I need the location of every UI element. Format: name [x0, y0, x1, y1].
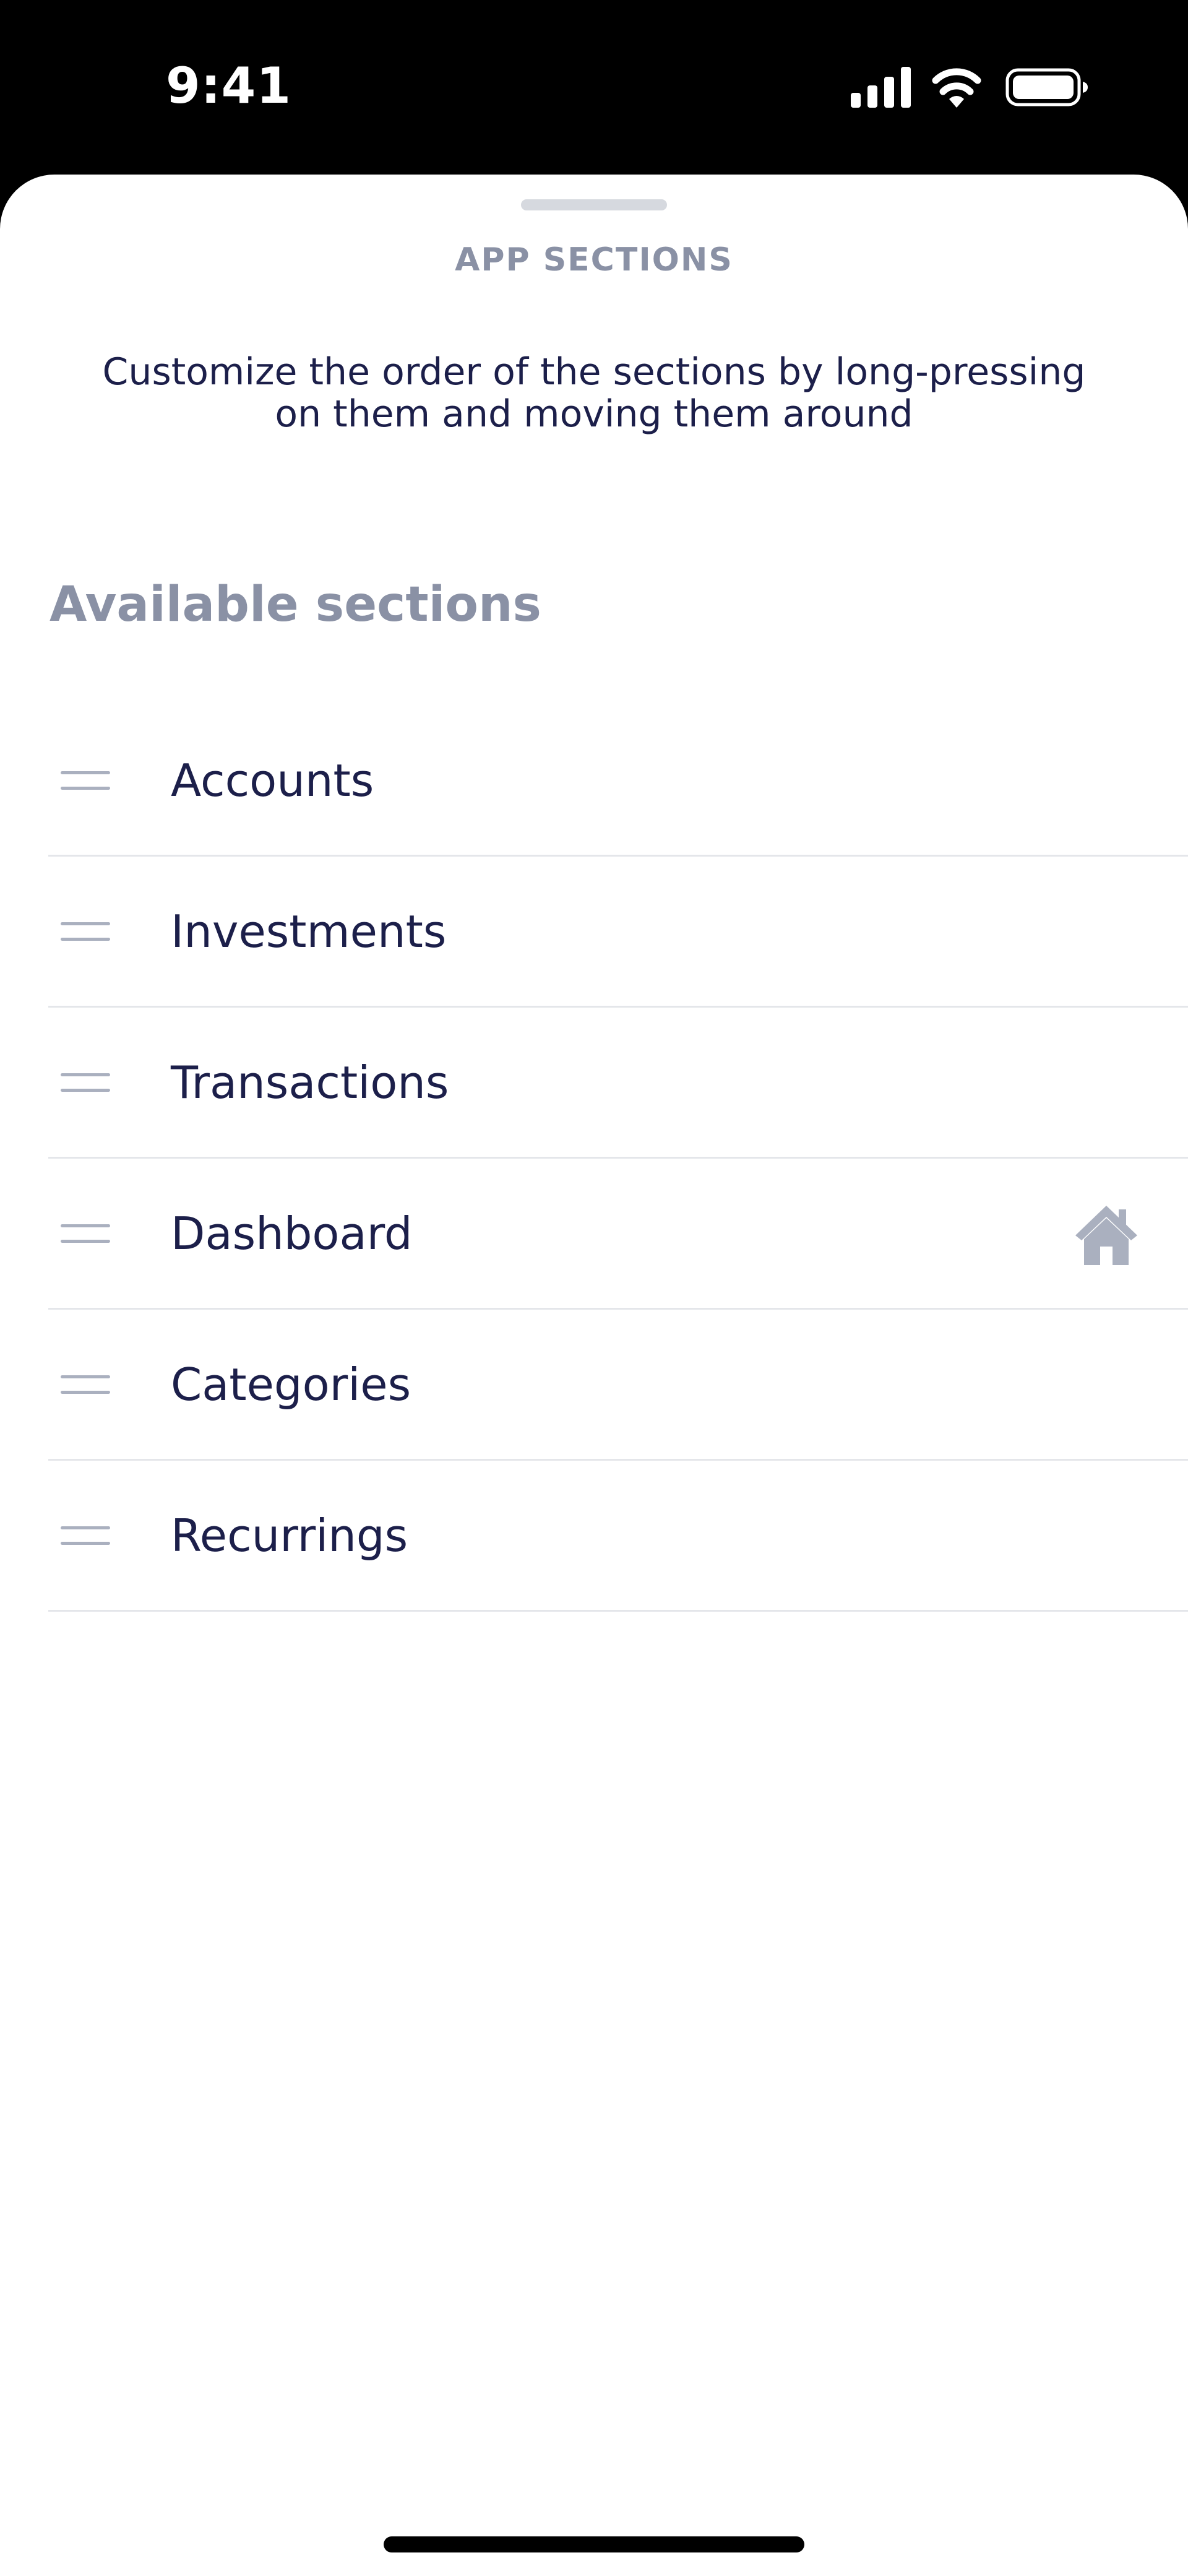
- sheet-grabber[interactable]: [521, 199, 667, 210]
- status-bar: 9:41: [0, 0, 1188, 173]
- section-header: Available sections: [50, 577, 541, 633]
- instructions-line-1: Customize the order of the sections by l…: [102, 350, 1086, 394]
- wifi-icon: [932, 68, 981, 108]
- app-sections-sheet: APP SECTIONS Customize the order of the …: [0, 175, 1188, 2576]
- section-item-investments[interactable]: Investments: [48, 857, 1188, 1008]
- instructions-text: Customize the order of the sections by l…: [62, 351, 1126, 435]
- drag-handle-icon[interactable]: [61, 1159, 110, 1308]
- drag-handle-icon[interactable]: [61, 857, 110, 1006]
- status-time: 9:41: [166, 57, 291, 115]
- sections-list: Accounts Investments Transactions Dashbo…: [48, 706, 1188, 1612]
- drag-handle-icon[interactable]: [61, 706, 110, 855]
- drag-handle-icon[interactable]: [61, 1310, 110, 1459]
- instructions-line-2: on them and moving them around: [275, 392, 913, 436]
- sheet-title: APP SECTIONS: [455, 241, 733, 279]
- cellular-signal-icon: [851, 67, 911, 108]
- section-label: Recurrings: [171, 1509, 408, 1562]
- house-icon: [1075, 1206, 1137, 1265]
- section-item-recurrings[interactable]: Recurrings: [48, 1461, 1188, 1612]
- section-label: Dashboard: [171, 1207, 413, 1260]
- section-label: Transactions: [171, 1056, 449, 1109]
- section-item-categories[interactable]: Categories: [48, 1310, 1188, 1461]
- section-label: Investments: [171, 905, 447, 957]
- section-item-accounts[interactable]: Accounts: [48, 706, 1188, 857]
- battery-icon: [1005, 68, 1088, 106]
- drag-handle-icon[interactable]: [61, 1461, 110, 1610]
- section-label: Categories: [171, 1358, 411, 1411]
- section-item-dashboard[interactable]: Dashboard: [48, 1159, 1188, 1310]
- drag-handle-icon[interactable]: [61, 1008, 110, 1157]
- home-indicator[interactable]: [384, 2536, 804, 2552]
- app-screen: 9:41 APP SECTIONS Customize the order of…: [0, 0, 1188, 2576]
- section-label: Accounts: [171, 754, 374, 806]
- section-item-transactions[interactable]: Transactions: [48, 1008, 1188, 1159]
